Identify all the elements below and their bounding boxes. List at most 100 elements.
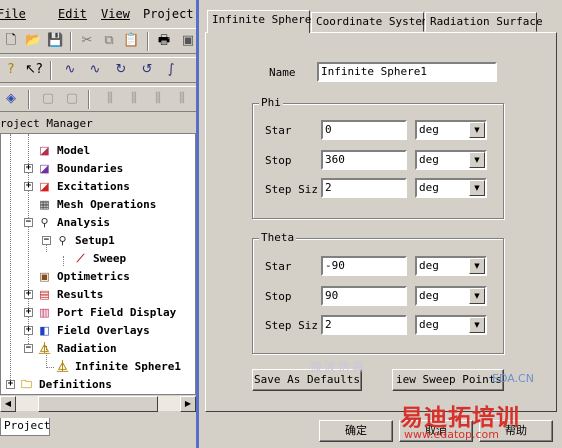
sweep-icon: ⟋: [76, 252, 85, 265]
expand-icon[interactable]: +: [24, 326, 33, 335]
save-as-defaults-button[interactable]: Save As Defaults: [252, 369, 362, 391]
results-icon: ▤: [39, 288, 50, 301]
menu-file[interactable]: File: [0, 7, 26, 21]
scroll-right-icon[interactable]: ▶: [180, 396, 196, 412]
expand-icon[interactable]: +: [6, 380, 15, 389]
tab-project[interactable]: Project: [0, 418, 50, 436]
scrollbar-thumb[interactable]: [38, 396, 158, 412]
view-sweep-points-button[interactable]: iew Sweep Points: [392, 369, 504, 391]
copy-icon[interactable]: ⧉: [101, 33, 117, 49]
project-tree[interactable]: ◪ Model + ◪ Boundaries + ◪ Excitations ▦…: [0, 133, 196, 395]
phi-start-field[interactable]: 0: [321, 120, 407, 140]
box-icon[interactable]: ▢: [40, 91, 56, 107]
cancel-button[interactable]: 取消: [399, 420, 473, 442]
menu-project[interactable]: Project: [143, 7, 194, 21]
align-icon[interactable]: ⫼: [174, 91, 190, 107]
tree-item-label: Analysis: [57, 216, 110, 229]
phi-stop-unit-select[interactable]: deg ▼: [415, 150, 487, 170]
port-field-icon: ▥: [39, 306, 50, 319]
tree-item-label: Optimetrics: [57, 270, 130, 283]
align-icon[interactable]: ⫼: [102, 91, 118, 107]
phi-step-label: Step Siz: [265, 183, 318, 196]
open-icon[interactable]: 📂: [25, 33, 41, 49]
phi-step-field[interactable]: 2: [321, 178, 407, 198]
tree-item-label: Field Overlays: [57, 324, 150, 337]
infinite-sphere-dialog: Infinite Sphere Coordinate System Radiat…: [196, 0, 562, 448]
standard-toolbar: 🗋 📂 💾 ✂ ⧉ 📋 🖶 ▣: [0, 28, 200, 54]
phi-step-unit-select[interactable]: deg ▼: [415, 178, 487, 198]
toolbar-separator: [70, 32, 72, 51]
expand-icon[interactable]: +: [24, 290, 33, 299]
tree-item-label: Boundaries: [57, 162, 124, 175]
hfss-main-window: File Edit View Project 🗋 📂 💾 ✂ ⧉ 📋 🖶 ▣ ?…: [0, 0, 200, 448]
box-icon[interactable]: ▢: [64, 91, 80, 107]
draw-center-arc-icon[interactable]: ↺: [139, 62, 155, 78]
ok-button[interactable]: 确定: [319, 420, 393, 442]
tree-item-label: Mesh Operations: [57, 198, 157, 211]
name-label: Name: [269, 66, 296, 79]
tree-item-label: Definitions: [39, 378, 112, 391]
horizontal-scrollbar[interactable]: ◀ ▶: [0, 395, 196, 412]
phi-start-unit-select[interactable]: deg ▼: [415, 120, 487, 140]
theta-step-unit-select[interactable]: deg ▼: [415, 315, 487, 335]
align-icon[interactable]: ⫼: [126, 91, 142, 107]
tree-connector: [46, 367, 54, 368]
tree-item-label: Sweep: [93, 252, 127, 265]
menu-bar: File Edit View Project: [0, 4, 200, 24]
phi-stop-label: Stop: [265, 154, 292, 167]
chevron-down-icon[interactable]: ▼: [469, 288, 485, 304]
chevron-down-icon[interactable]: ▼: [469, 317, 485, 333]
chevron-down-icon[interactable]: ▼: [469, 180, 485, 196]
toolbar-separator: [28, 90, 30, 109]
menu-edit[interactable]: Edit: [58, 7, 87, 21]
tab-coordinate-system[interactable]: Coordinate System: [311, 12, 429, 32]
new-icon[interactable]: 🗋: [3, 33, 19, 49]
tab-infinite-sphere[interactable]: Infinite Sphere: [207, 10, 311, 33]
optimetrics-icon: ▣: [39, 270, 50, 283]
phi-start-unit-value: deg: [419, 123, 439, 136]
print-icon[interactable]: 🖶: [156, 33, 172, 49]
theta-start-unit-select[interactable]: deg ▼: [415, 256, 487, 276]
theta-step-field[interactable]: 2: [321, 315, 407, 335]
theta-stop-unit-select[interactable]: deg ▼: [415, 286, 487, 306]
chevron-down-icon[interactable]: ▼: [469, 152, 485, 168]
scroll-left-icon[interactable]: ◀: [0, 396, 16, 412]
draw-equation-icon[interactable]: ∫: [163, 62, 179, 78]
tree-item-label: Results: [57, 288, 104, 301]
save-icon[interactable]: 💾: [47, 33, 63, 49]
draw-line-icon[interactable]: ∿: [62, 62, 78, 78]
tree-item-label: Infinite Sphere1: [75, 358, 181, 376]
theta-stop-field[interactable]: 90: [321, 286, 407, 306]
chevron-down-icon[interactable]: ▼: [469, 258, 485, 274]
help-icon[interactable]: ?: [3, 62, 19, 78]
expand-icon[interactable]: +: [24, 182, 33, 191]
draw-arc-icon[interactable]: ↻: [113, 62, 129, 78]
collapse-icon[interactable]: −: [24, 344, 33, 353]
theta-stop-label: Stop: [265, 290, 292, 303]
theta-stop-unit-value: deg: [419, 289, 439, 302]
expand-icon[interactable]: +: [24, 164, 33, 173]
name-field[interactable]: Infinite Sphere1: [317, 62, 497, 82]
context-help-icon[interactable]: ↖?: [25, 62, 43, 78]
phi-start-label: Star: [265, 124, 292, 137]
tree-item-label: Port Field Display: [57, 306, 177, 319]
align-icon[interactable]: ⫼: [150, 91, 166, 107]
paste-icon[interactable]: 📋: [123, 33, 139, 49]
draw-toolbar: ? ↖? ∿ ∿ ↻ ↺ ∫: [0, 57, 200, 83]
cut-icon[interactable]: ✂: [79, 33, 95, 49]
collapse-icon[interactable]: −: [24, 218, 33, 227]
more-icon[interactable]: ▣: [180, 33, 196, 49]
phi-stop-field[interactable]: 360: [321, 150, 407, 170]
tab-radiation-surface[interactable]: Radiation Surface: [425, 12, 543, 32]
project-manager-title: roject Manager: [0, 116, 200, 131]
menu-view[interactable]: View: [101, 7, 130, 21]
tab-panel: Name Infinite Sphere1 Phi Star 0 deg ▼ S…: [205, 32, 557, 412]
draw-spline-icon[interactable]: ∿: [87, 62, 103, 78]
collapse-icon[interactable]: −: [42, 236, 51, 245]
expand-icon[interactable]: +: [24, 308, 33, 317]
tree-item-label: Radiation: [57, 342, 117, 355]
chevron-down-icon[interactable]: ▼: [469, 122, 485, 138]
theta-start-field[interactable]: -90: [321, 256, 407, 276]
model-icon[interactable]: ◈: [3, 91, 19, 107]
help-button[interactable]: 帮助: [479, 420, 553, 442]
